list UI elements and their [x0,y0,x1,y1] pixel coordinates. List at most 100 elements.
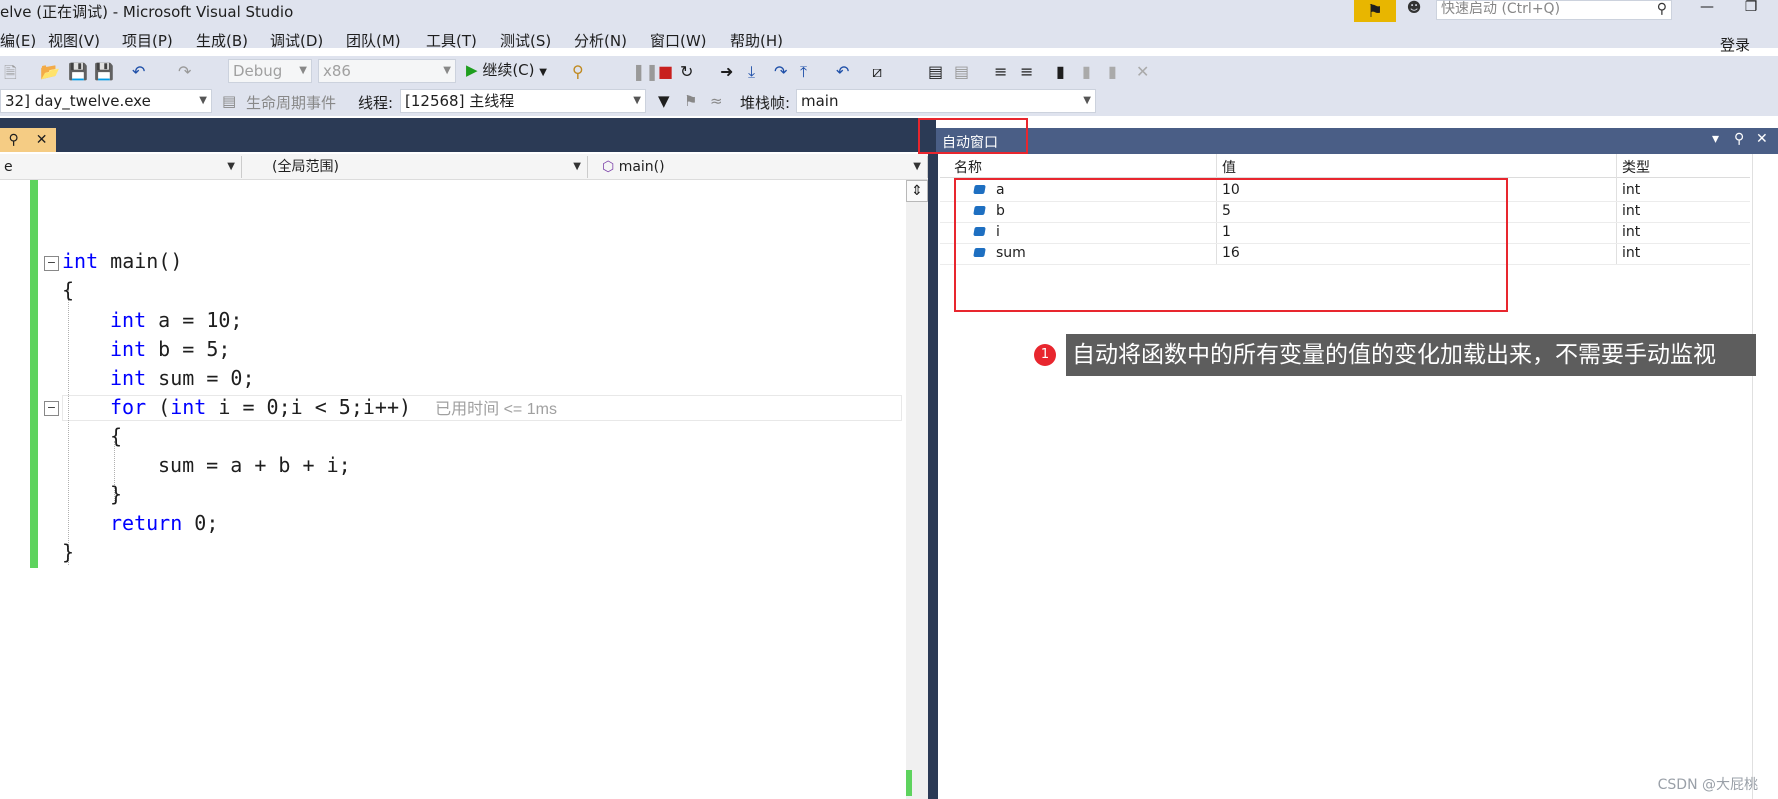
undo-icon[interactable]: ↶ [132,62,145,81]
minimize-button[interactable]: — [1692,0,1722,19]
platform-value: x86 [323,62,351,80]
feedback-icon[interactable]: ⚑ [1354,0,1396,22]
breakpoint-window-icon[interactable]: ▤ [928,62,943,81]
hex-display-icon[interactable]: ⧄ [872,62,882,82]
menu-team[interactable]: 团队(M) [346,30,401,51]
document-tab[interactable]: ⚲ ✕ [0,128,56,152]
close-icon[interactable]: ✕ [36,132,48,148]
lifecycle-icon[interactable]: ▤ [222,92,236,110]
code-line-11: } [62,540,75,564]
code-line-7: { [110,424,123,448]
find-icon[interactable]: ⚲ [572,62,584,81]
pin-icon[interactable]: ⚲ [1734,131,1744,147]
quick-launch-input[interactable]: 快速启动 (Ctrl+Q) ⚲ [1436,0,1672,20]
collapse-main-icon[interactable]: − [44,256,59,271]
pin-icon[interactable]: ⚲ [9,132,19,148]
quick-launch-placeholder: 快速启动 (Ctrl+Q) [1441,1,1561,17]
split-window-icon[interactable]: ⇕ [906,180,928,202]
step-over-icon[interactable]: ↷ [774,62,787,81]
bookmark-icon[interactable]: ▮ [1056,62,1065,81]
title-highlight-box [918,118,1028,154]
col-name[interactable]: 名称 [954,157,982,177]
outdent-icon[interactable]: ≡ [1020,62,1033,81]
step-badge: 1 [1034,344,1056,366]
autos-vertical-scrollbar[interactable] [1752,154,1778,799]
function-dropdown[interactable]: ⬡ main() ▼ [592,156,928,178]
clear-bookmarks-icon[interactable]: ✕ [1136,62,1149,81]
continue-label: 继续(C) [482,61,535,79]
chevron-down-icon: ▼ [573,161,581,172]
menu-edit[interactable]: 编(E) [0,30,36,51]
variables-highlight-box [954,178,1508,312]
config-select[interactable]: Debug ▼ [228,59,312,83]
col-type[interactable]: 类型 [1622,157,1650,177]
restart-icon[interactable]: ↻ [680,62,693,81]
prev-bookmark-icon[interactable]: ▮ [1082,62,1091,81]
next-bookmark-icon[interactable]: ▮ [1108,62,1117,81]
step-out-icon[interactable]: ⤒ [800,62,807,82]
editor-vertical-scrollbar[interactable] [906,180,928,799]
restore-button[interactable]: ❐ [1736,0,1766,19]
redo-icon[interactable]: ↷ [178,62,191,81]
menu-help[interactable]: 帮助(H) [730,30,783,51]
chevron-down-icon: ▼ [633,95,641,106]
code-line-6: for (int i = 0;i < 5;i++) 已用时间 <= 1ms [110,395,557,419]
row-type: int [1622,182,1641,198]
show-next-statement-icon[interactable]: ➜ [720,62,733,81]
chevron-down-icon: ▼ [443,65,451,76]
menu-view[interactable]: 视图(V) [48,30,100,51]
close-icon[interactable]: ✕ [1756,131,1768,147]
menu-test[interactable]: 测试(S) [500,30,551,51]
perf-tip[interactable]: 已用时间 <= 1ms [435,401,557,418]
menu-tools[interactable]: 工具(T) [426,30,477,51]
comment-icon[interactable]: ▤ [954,62,969,81]
scope-dropdown[interactable]: (全局范围) ▼ [246,156,588,178]
watermark: CSDN @大屁桃 [1657,777,1758,793]
pane-splitter[interactable] [928,152,938,799]
code-line-4: int b = 5; [110,337,231,361]
thread-value: [12568] 主线程 [405,92,515,110]
thread-select[interactable]: [12568] 主线程 ▼ [400,89,646,113]
menu-analyze[interactable]: 分析(N) [574,30,627,51]
process-select[interactable]: 32] day_twelve.exe ▼ [0,89,212,113]
flag-thread-icon[interactable]: ⚑ [684,92,697,110]
filter-icon[interactable]: ▼ [658,92,670,110]
show-flagged-icon[interactable]: ≈ [710,92,723,110]
indent-icon[interactable]: ≡ [994,62,1007,81]
account-icon[interactable]: ☻ [1402,0,1426,20]
play-icon: ▶ [466,61,478,79]
title-bar: elve (正在调试) - Microsoft Visual Studio ⚑ … [0,0,1778,22]
lifecycle-label[interactable]: 生命周期事件 [246,92,336,113]
menu-debug[interactable]: 调试(D) [270,30,323,51]
new-project-icon[interactable]: 🗎 [4,62,17,89]
row-type: int [1622,224,1641,240]
code-line-2: { [62,278,75,302]
standard-toolbar: 🗎 📂 💾 💾 ↶ ↷ Debug ▼ x86 ▼ ▶ 继续(C) ▼ ⚲ ❚❚ ■… [0,56,1778,86]
panel-menu-icon[interactable]: ▾ [1712,131,1719,147]
open-file-icon[interactable]: 📂 [40,62,60,81]
platform-select[interactable]: x86 ▼ [318,59,456,83]
search-icon: ⚲ [1656,1,1667,17]
menu-window[interactable]: 窗口(W) [650,30,707,51]
stack-frame-select[interactable]: main ▼ [796,89,1096,113]
code-line-9: } [110,482,123,506]
code-line-8: sum = a + b + i; [158,453,351,477]
menu-build[interactable]: 生成(B) [196,30,248,51]
step-into-icon[interactable]: ⤓ [748,62,755,82]
config-value: Debug [233,62,283,80]
login-link[interactable]: 登录 [1720,34,1750,55]
save-all-icon[interactable]: 💾 [94,62,114,81]
save-icon[interactable]: 💾 [68,62,88,81]
col-value[interactable]: 值 [1222,157,1236,177]
process-value: 32] day_twelve.exe [5,92,151,110]
stop-debugging-icon[interactable]: ■ [658,62,673,81]
break-all-icon[interactable]: ❚❚ [632,62,659,81]
step-back-icon[interactable]: ↶ [836,62,849,81]
menu-project[interactable]: 项目(P) [122,30,173,51]
row-type: int [1622,203,1641,219]
project-dropdown[interactable]: e ▼ [0,156,242,178]
collapse-for-icon[interactable]: − [44,401,59,416]
editor-navigation-bar: e ▼ (全局范围) ▼ ⬡ main() ▼ [0,154,930,180]
chevron-down-icon: ▼ [913,161,921,172]
continue-button[interactable]: ▶ 继续(C) ▼ [466,59,547,80]
